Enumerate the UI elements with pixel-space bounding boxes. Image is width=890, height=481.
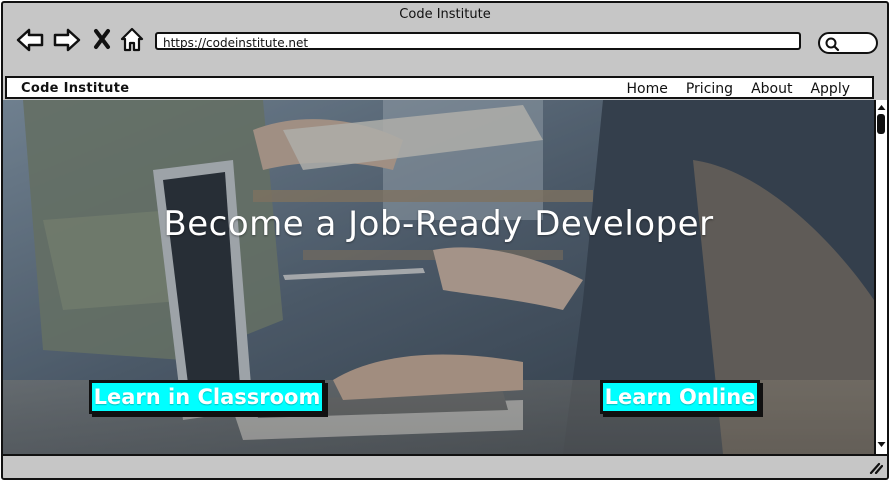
learn-in-classroom-button[interactable]: Learn in Classroom bbox=[89, 380, 325, 414]
search-field[interactable] bbox=[818, 32, 878, 54]
home-icon[interactable] bbox=[118, 25, 148, 55]
nav-link-apply[interactable]: Apply bbox=[810, 81, 850, 97]
status-bar bbox=[3, 454, 887, 478]
vertical-scrollbar[interactable] bbox=[874, 100, 887, 454]
learn-online-button[interactable]: Learn Online bbox=[600, 380, 760, 414]
scroll-down-icon[interactable] bbox=[876, 439, 887, 450]
search-icon bbox=[825, 37, 840, 52]
hero-headline: Become a Job-Ready Developer bbox=[163, 204, 714, 244]
hero-section: Become a Job-Ready Developer Learn in Cl… bbox=[3, 100, 874, 454]
scroll-thumb[interactable] bbox=[877, 114, 885, 134]
address-bar[interactable]: https://codeinstitute.net bbox=[155, 32, 801, 50]
nav-link-home[interactable]: Home bbox=[627, 81, 668, 97]
nav-link-pricing[interactable]: Pricing bbox=[686, 81, 733, 97]
back-arrow-icon[interactable] bbox=[15, 25, 45, 55]
scroll-up-icon[interactable] bbox=[876, 102, 887, 113]
nav-links: Home Pricing About Apply bbox=[627, 81, 850, 97]
brand-logo[interactable]: Code Institute bbox=[21, 81, 129, 96]
forward-arrow-icon[interactable] bbox=[52, 25, 82, 55]
resize-grip-icon[interactable] bbox=[867, 462, 883, 474]
nav-link-about[interactable]: About bbox=[751, 81, 792, 97]
browser-window: Code Institute https://codeinstitute.net… bbox=[1, 1, 889, 480]
close-icon[interactable] bbox=[91, 25, 121, 55]
window-title: Code Institute bbox=[399, 7, 491, 22]
site-navbar: Code Institute Home Pricing About Apply bbox=[5, 76, 874, 99]
